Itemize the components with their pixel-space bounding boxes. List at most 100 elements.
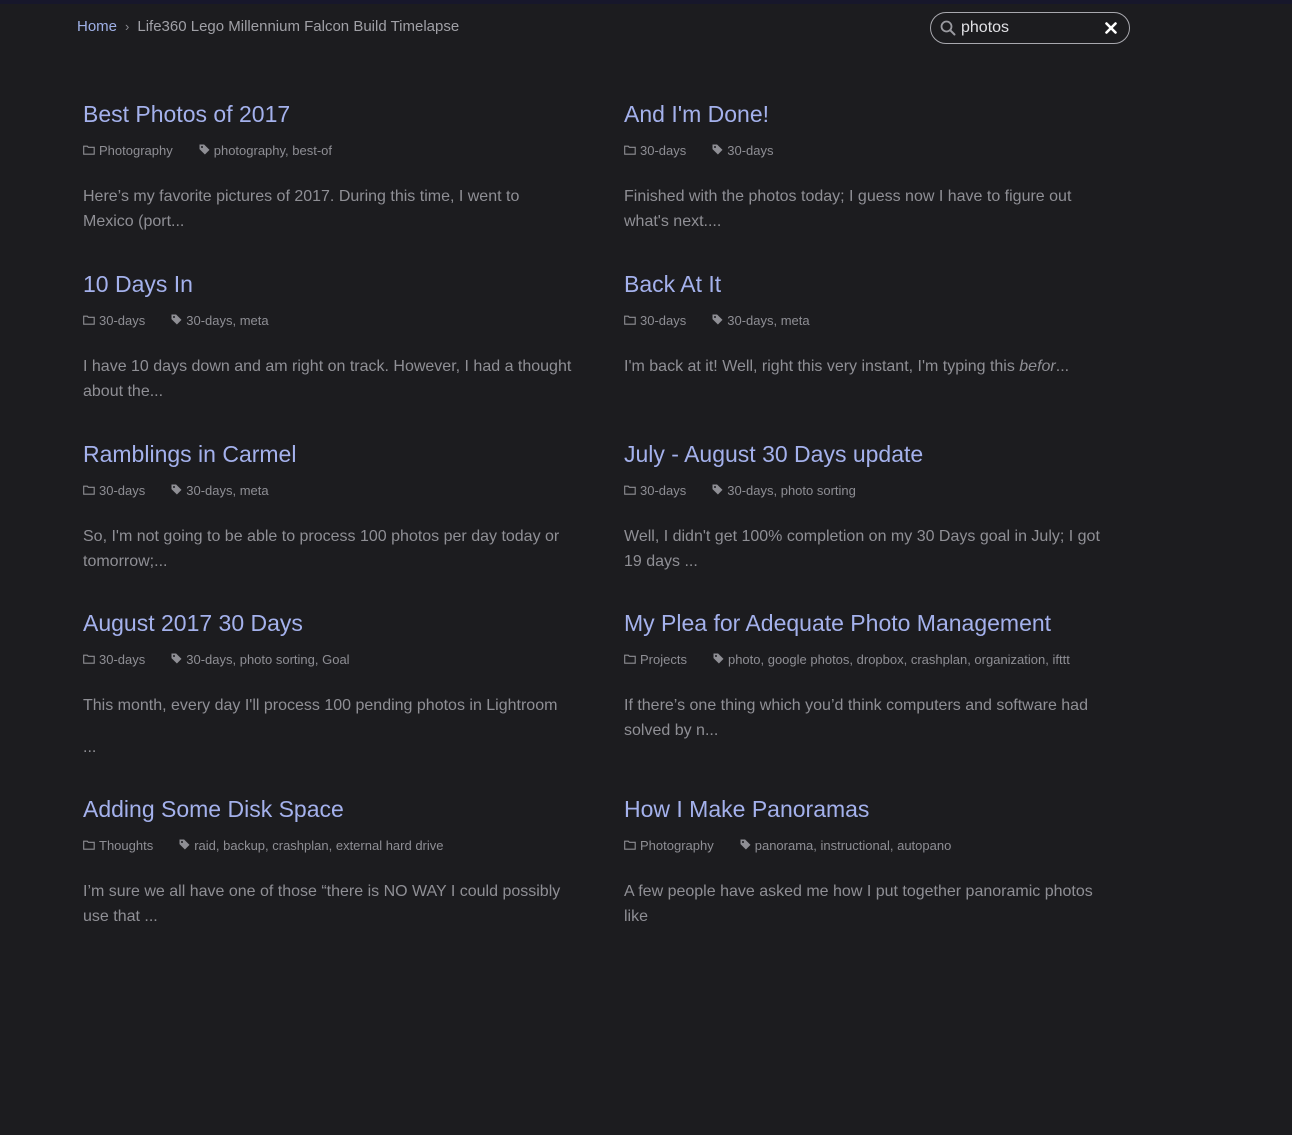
- folder-icon: [83, 313, 95, 328]
- post-excerpt-more: ...: [83, 739, 97, 756]
- tag-list[interactable]: 30-days, photo sorting: [727, 483, 856, 498]
- post-category: 30-days: [83, 652, 145, 667]
- post-meta: Thoughts raid, backup, crashplan, extern…: [83, 837, 573, 853]
- post-category: 30-days: [83, 313, 145, 328]
- folder-icon: [624, 652, 636, 667]
- category-link[interactable]: Thoughts: [99, 838, 153, 853]
- folder-icon: [624, 143, 636, 158]
- post-excerpt: So, I'm not going to be able to process …: [83, 528, 560, 570]
- tag-list[interactable]: 30-days, meta: [727, 313, 809, 328]
- post-excerpt: Well, I didn't get 100% completion on my…: [624, 528, 1100, 570]
- tag-icon: [712, 483, 723, 498]
- category-link[interactable]: 30-days: [640, 313, 686, 328]
- post-category: Projects: [624, 652, 687, 667]
- post-title-link[interactable]: Back At It: [624, 270, 1114, 298]
- breadcrumb: Home › Life360 Lego Millennium Falcon Bu…: [77, 18, 459, 35]
- search-box: [930, 12, 1130, 44]
- post-title-link[interactable]: My Plea for Adequate Photo Management: [624, 609, 1114, 637]
- tag-icon: [179, 838, 190, 853]
- result-item: Best Photos of 2017 Photography photogra…: [83, 100, 573, 234]
- post-tags: raid, backup, crashplan, external hard d…: [179, 838, 444, 853]
- post-tags: 30-days, meta: [171, 483, 269, 498]
- category-link[interactable]: 30-days: [640, 143, 686, 158]
- breadcrumb-current: Life360 Lego Millennium Falcon Build Tim…: [137, 18, 460, 35]
- post-tags: 30-days, photo sorting, Goal: [171, 652, 350, 667]
- post-excerpt: I have 10 days down and am right on trac…: [83, 358, 572, 400]
- post-title-link[interactable]: Adding Some Disk Space: [83, 795, 573, 823]
- header: Home › Life360 Lego Millennium Falcon Bu…: [0, 4, 1292, 52]
- post-tags: photography, best-of: [199, 143, 332, 158]
- post-title-link[interactable]: July - August 30 Days update: [624, 440, 1114, 468]
- post-tags: 30-days, meta: [712, 313, 810, 328]
- clear-search-icon[interactable]: [1103, 20, 1119, 36]
- post-excerpt: I’m sure we all have one of those “there…: [83, 883, 561, 925]
- tag-list[interactable]: 30-days, meta: [186, 313, 268, 328]
- post-title-link[interactable]: 10 Days In: [83, 270, 573, 298]
- category-link[interactable]: 30-days: [99, 483, 145, 498]
- post-tags: photo, google photos, dropbox, crashplan…: [713, 652, 1070, 667]
- post-tags: 30-days, photo sorting: [712, 483, 856, 498]
- post-excerpt: Finished with the photos today; I guess …: [624, 188, 1072, 230]
- folder-icon: [624, 838, 636, 853]
- category-link[interactable]: 30-days: [640, 483, 686, 498]
- post-title-link[interactable]: Best Photos of 2017: [83, 100, 573, 128]
- post-meta: Photography panorama, instructional, aut…: [624, 837, 1114, 853]
- post-meta: Photography photography, best-of: [83, 142, 573, 158]
- tag-icon: [712, 143, 723, 158]
- category-link[interactable]: Photography: [99, 143, 173, 158]
- post-title-link[interactable]: Ramblings in Carmel: [83, 440, 573, 468]
- result-item: How I Make Panoramas Photography panoram…: [624, 795, 1114, 929]
- result-item: July - August 30 Days update 30-days 30-…: [624, 440, 1114, 574]
- post-category: 30-days: [624, 313, 686, 328]
- post-category: 30-days: [83, 483, 145, 498]
- result-item: August 2017 30 Days 30-days 30-days, pho…: [83, 609, 573, 760]
- post-category: 30-days: [624, 483, 686, 498]
- folder-icon: [624, 313, 636, 328]
- post-excerpt: This month, every day I'll process 100 p…: [83, 697, 558, 714]
- post-meta: 30-days 30-days, meta: [624, 312, 1114, 328]
- post-tags: 30-days, meta: [171, 313, 269, 328]
- category-link[interactable]: Photography: [640, 838, 714, 853]
- tag-list[interactable]: photo, google photos, dropbox, crashplan…: [728, 652, 1070, 667]
- post-meta: 30-days 30-days, photo sorting, Goal: [83, 651, 573, 667]
- excerpt-text: I'm back at it! Well, right this very in…: [624, 358, 1020, 375]
- post-title-link[interactable]: How I Make Panoramas: [624, 795, 1114, 823]
- category-link[interactable]: Projects: [640, 652, 687, 667]
- tag-icon: [171, 313, 182, 328]
- post-meta: 30-days 30-days, meta: [83, 482, 573, 498]
- breadcrumb-home-link[interactable]: Home: [77, 18, 117, 35]
- post-excerpt: I'm back at it! Well, right this very in…: [624, 354, 1114, 379]
- breadcrumb-separator: ›: [125, 19, 130, 34]
- search-input[interactable]: [961, 13, 1103, 43]
- post-category: Photography: [624, 838, 714, 853]
- result-item: Back At It 30-days 30-days, meta I'm bac…: [624, 270, 1114, 379]
- category-link[interactable]: 30-days: [99, 652, 145, 667]
- tag-icon: [740, 838, 751, 853]
- tag-list[interactable]: 30-days, meta: [186, 483, 268, 498]
- post-category: Photography: [83, 143, 173, 158]
- tag-list[interactable]: 30-days: [727, 143, 773, 158]
- result-item: And I'm Done! 30-days 30-days Finished w…: [624, 100, 1114, 234]
- tag-icon: [713, 652, 724, 667]
- post-meta: Projects photo, google photos, dropbox, …: [624, 651, 1114, 667]
- tag-icon: [199, 143, 210, 158]
- search-icon: [939, 19, 957, 37]
- tag-list[interactable]: raid, backup, crashplan, external hard d…: [194, 838, 443, 853]
- tag-icon: [712, 313, 723, 328]
- folder-icon: [624, 483, 636, 498]
- category-link[interactable]: 30-days: [99, 313, 145, 328]
- folder-icon: [83, 652, 95, 667]
- post-excerpt: Here’s my favorite pictures of 2017. Dur…: [83, 188, 520, 230]
- tag-list[interactable]: photography, best-of: [214, 143, 332, 158]
- post-excerpt: If there’s one thing which you’d think c…: [624, 697, 1088, 739]
- post-meta: 30-days 30-days, photo sorting: [624, 482, 1114, 498]
- post-category: Thoughts: [83, 838, 153, 853]
- tag-list[interactable]: 30-days, photo sorting, Goal: [186, 652, 349, 667]
- post-meta: 30-days 30-days, meta: [83, 312, 573, 328]
- tag-list[interactable]: panorama, instructional, autopano: [755, 838, 952, 853]
- post-title-link[interactable]: August 2017 30 Days: [83, 609, 573, 637]
- tag-icon: [171, 483, 182, 498]
- post-category: 30-days: [624, 143, 686, 158]
- excerpt-ellipsis: ...: [1055, 358, 1070, 375]
- post-title-link[interactable]: And I'm Done!: [624, 100, 1114, 128]
